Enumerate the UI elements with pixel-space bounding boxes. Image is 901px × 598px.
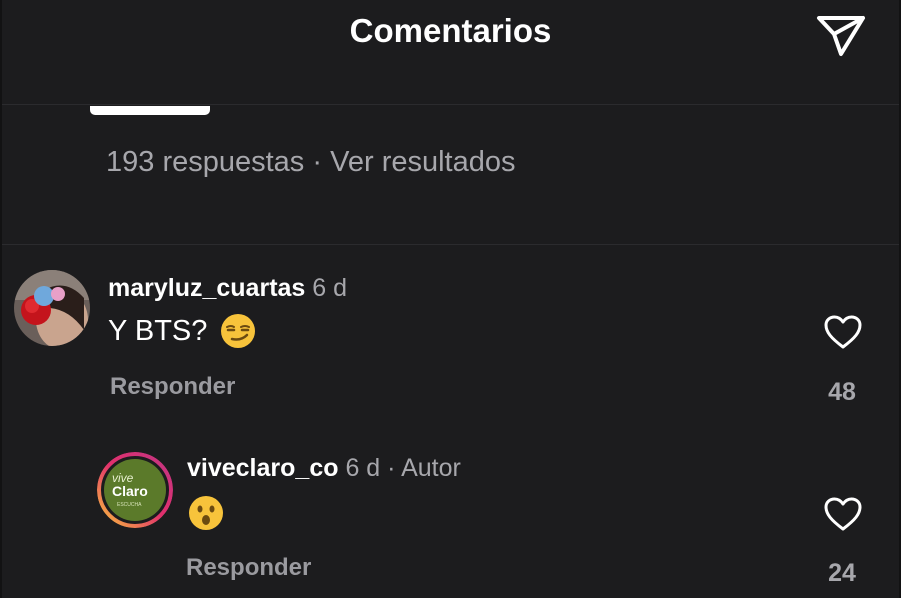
avatar[interactable]: vive Claro ESCUCHA (97, 452, 173, 528)
comment-body: Y BTS? (108, 314, 208, 347)
smirking-face-emoji (221, 314, 256, 348)
header: Comentarios (2, 0, 899, 70)
separator-dot: · (387, 454, 396, 482)
logo-text-escucha: ESCUCHA (117, 502, 142, 508)
hushed-face-emoji (189, 496, 223, 530)
like-button[interactable] (821, 310, 865, 354)
reply-button[interactable]: Responder (186, 554, 311, 582)
heart-icon (824, 497, 862, 531)
comment-meta: maryluz_cuartas 6 d (108, 274, 347, 303)
username[interactable]: viveclaro_co (187, 454, 339, 482)
heart-icon (824, 315, 862, 349)
divider (2, 244, 899, 245)
comment-age: 6 d (312, 274, 348, 302)
page-title: Comentarios (349, 12, 552, 49)
comment-age: 6 d (345, 454, 381, 482)
separator-dot: · (312, 146, 323, 178)
poll-response-count: 193 respuestas (106, 146, 305, 178)
avatar[interactable] (14, 270, 90, 346)
comment-meta: viveclaro_co 6 d · Autor (187, 454, 461, 483)
like-button[interactable] (821, 492, 865, 536)
profile-photo (14, 270, 90, 346)
reply-button[interactable]: Responder (110, 373, 235, 401)
poll-summary: 193 respuestas · Ver resultados (106, 146, 516, 179)
like-count: 48 (828, 378, 856, 406)
comment-item: maryluz_cuartas 6 d Y BTS? Responder 48 (2, 266, 899, 416)
username[interactable]: maryluz_cuartas (108, 274, 305, 302)
comments-sheet: Comentarios 193 respuestas · Ver resulta… (2, 0, 899, 598)
reply-comment-item: vive Claro ESCUCHA viveclaro_co 6 d · Au… (2, 448, 899, 598)
comment-text: Y BTS? (108, 312, 257, 350)
divider (2, 104, 899, 105)
poll-progress-bar (90, 106, 210, 115)
brand-logo-avatar: vive Claro ESCUCHA (97, 452, 173, 528)
logo-text-claro: Claro (112, 483, 148, 499)
author-badge: Autor (401, 454, 461, 482)
view-results-link[interactable]: Ver resultados (330, 146, 515, 178)
like-count: 24 (828, 559, 856, 587)
send-icon (817, 16, 865, 56)
comment-text (187, 494, 225, 532)
share-button[interactable] (813, 10, 869, 60)
